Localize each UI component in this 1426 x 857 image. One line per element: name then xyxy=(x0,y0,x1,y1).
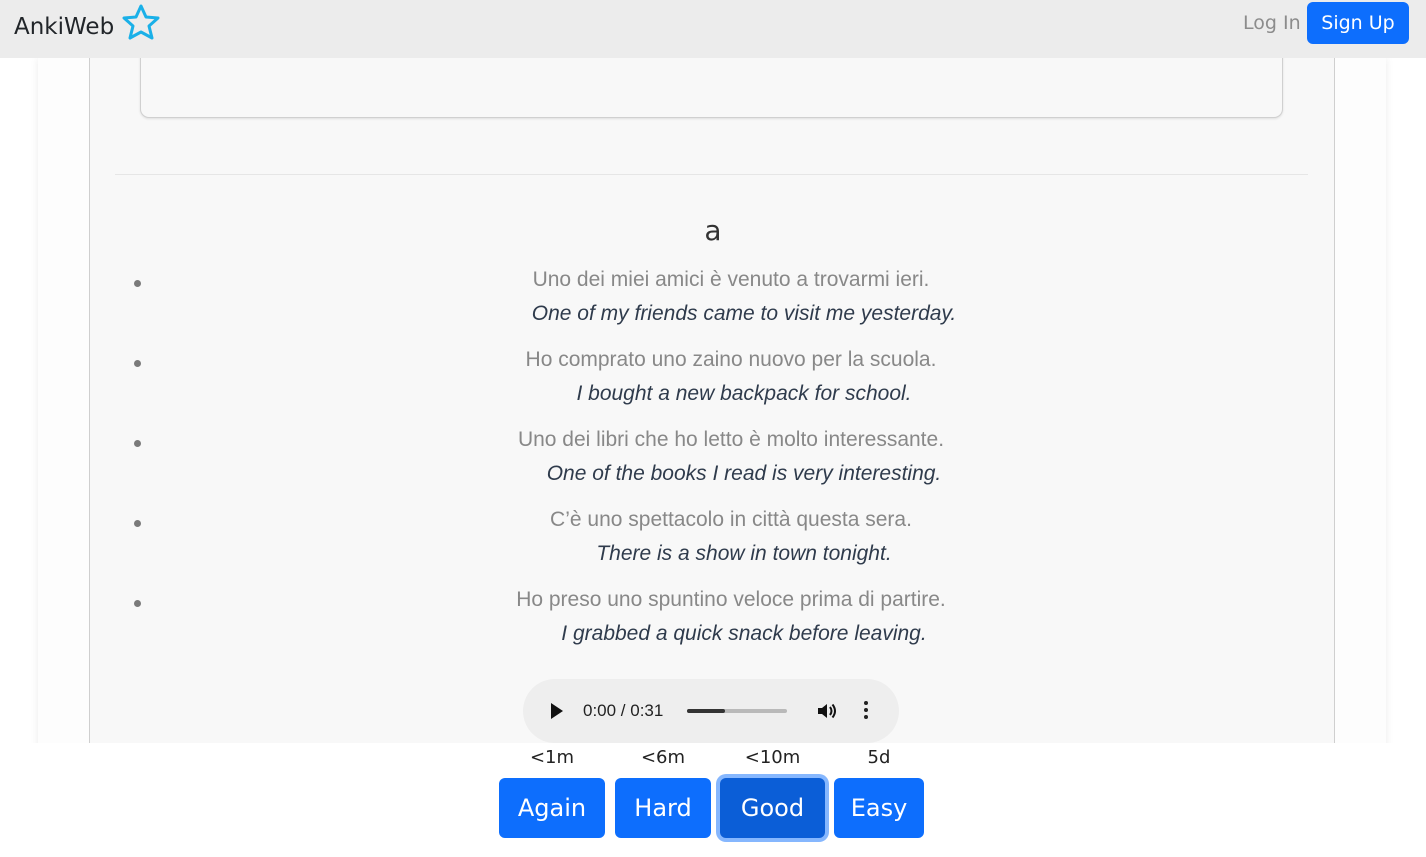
example-english: One of the books I read is very interest… xyxy=(546,462,942,485)
example-english: One of my friends came to visit me yeste… xyxy=(531,302,957,325)
interval-hard: <6m xyxy=(640,747,686,768)
again-button[interactable]: Again xyxy=(499,778,605,838)
list-item: Uno dei miei amici è venuto a trovarmi i… xyxy=(0,264,1426,344)
good-button[interactable]: Good xyxy=(720,778,825,838)
hard-button[interactable]: Hard xyxy=(615,778,711,838)
list-item: Ho preso uno spuntino veloce prima di pa… xyxy=(0,584,1426,664)
audio-player: 0:00 / 0:31 xyxy=(523,679,899,743)
easy-button[interactable]: Easy xyxy=(834,778,924,838)
answer-divider xyxy=(115,174,1308,175)
answer-bar: <1m <6m <10m 5d Again Hard Good Easy xyxy=(0,743,1426,857)
example-italian: Uno dei miei amici è venuto a trovarmi i… xyxy=(532,268,930,291)
example-italian: Uno dei libri che ho letto è molto inter… xyxy=(517,428,945,451)
more-options-icon[interactable] xyxy=(863,701,869,721)
signup-button[interactable]: Sign Up xyxy=(1307,2,1409,44)
list-item: C’è uno spettacolo in città questa sera.… xyxy=(0,504,1426,584)
login-link[interactable]: Log In xyxy=(1243,12,1301,34)
interval-again: <1m xyxy=(529,747,575,768)
top-navbar: AnkiWeb Log In Sign Up xyxy=(0,0,1426,58)
example-english: I grabbed a quick snack before leaving. xyxy=(561,622,927,645)
interval-good: <10m xyxy=(744,747,801,768)
list-item: Uno dei libri che ho letto è molto inter… xyxy=(0,424,1426,504)
example-italian: Ho preso uno spuntino veloce prima di pa… xyxy=(516,588,946,611)
star-outline-icon xyxy=(122,4,160,40)
brand-name: AnkiWeb xyxy=(14,14,115,40)
example-italian: C’è uno spettacolo in città questa sera. xyxy=(550,508,912,531)
volume-icon[interactable] xyxy=(816,701,838,721)
answer-word: a xyxy=(704,214,722,247)
brand-link[interactable]: AnkiWeb xyxy=(14,4,162,44)
example-english: There is a show in town tonight. xyxy=(596,542,892,565)
example-italian: Ho comprato uno zaino nuovo per la scuol… xyxy=(525,348,937,371)
audio-time: 0:00 / 0:31 xyxy=(583,701,664,720)
audio-progress xyxy=(687,709,725,713)
example-english: I bought a new backpack for school. xyxy=(576,382,912,405)
play-icon[interactable] xyxy=(551,703,563,719)
list-item: Ho comprato uno zaino nuovo per la scuol… xyxy=(0,344,1426,424)
interval-easy: 5d xyxy=(867,747,891,768)
audio-seek-bar[interactable] xyxy=(687,709,787,713)
